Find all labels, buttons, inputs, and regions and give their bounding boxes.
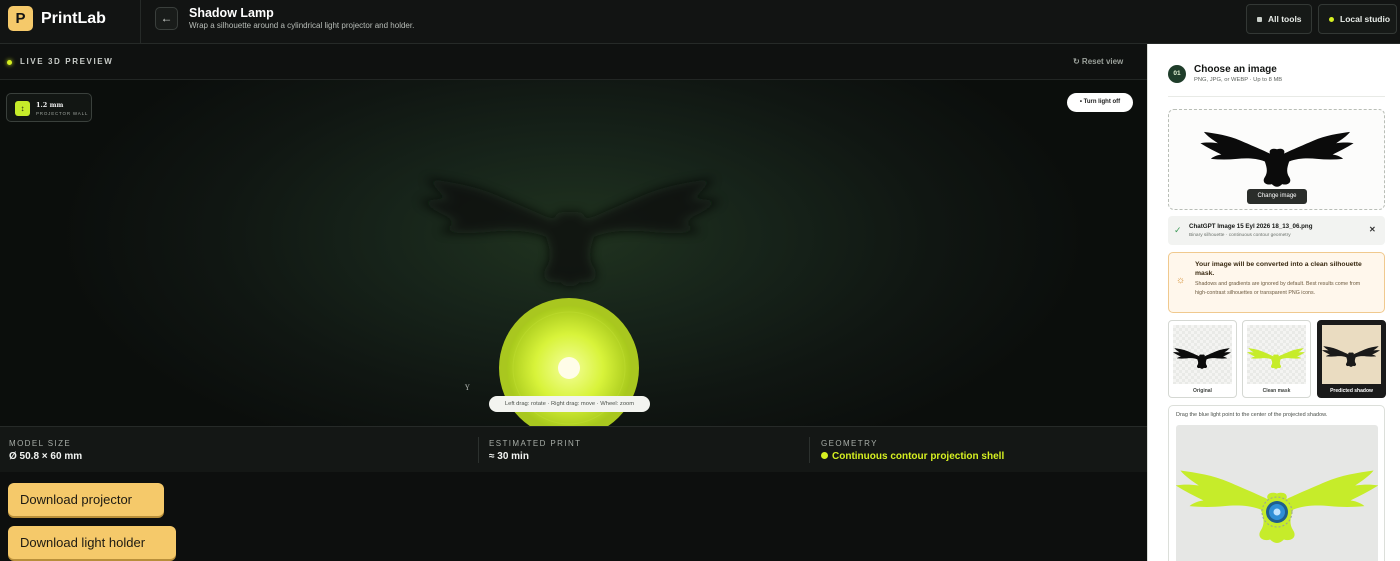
thumb-image bbox=[1172, 325, 1232, 384]
notice-body: Shadows and gradients are ignored by def… bbox=[1195, 281, 1361, 296]
thumb-image bbox=[1246, 325, 1306, 384]
thumb-label: Original bbox=[1193, 388, 1212, 394]
grid-icon bbox=[1257, 17, 1262, 23]
change-image-button[interactable]: Change image bbox=[1247, 189, 1307, 204]
geometry-label: GEOMETRY bbox=[821, 439, 878, 448]
preview-header: LIVE 3D PREVIEW ↻ Reset view bbox=[0, 44, 1147, 80]
wall-thickness-icon: ↕ bbox=[15, 101, 30, 116]
check-icon: ✓ bbox=[1174, 225, 1182, 235]
logo-icon: P bbox=[8, 6, 33, 31]
model-size-label: MODEL SIZE bbox=[9, 439, 72, 448]
thumb-image bbox=[1321, 325, 1381, 384]
stats-bar: MODEL SIZE Ø 50.8 × 60 mm ESTIMATED PRIN… bbox=[0, 426, 1147, 472]
top-bar: P PrintLab ← Shadow Lamp Wrap a silhouet… bbox=[0, 0, 1400, 44]
estimated-print-value: ≈ 30 min bbox=[489, 451, 529, 462]
conversion-notice: ☼ Your image will be converted into a cl… bbox=[1168, 252, 1385, 313]
live-preview-label: LIVE 3D PREVIEW bbox=[20, 57, 114, 66]
model-size-value: Ø 50.8 × 60 mm bbox=[9, 451, 83, 462]
divider bbox=[1168, 96, 1385, 97]
estimated-print-label: ESTIMATED PRINT bbox=[489, 439, 582, 448]
downloads-area: Download projector 3MF Download light ho… bbox=[0, 472, 1147, 561]
sun-icon: ☼ bbox=[1176, 275, 1186, 286]
eagle-shadow-icon bbox=[418, 178, 722, 287]
arrow-left-icon: ← bbox=[160, 11, 173, 25]
status-dot-icon bbox=[1329, 17, 1334, 23]
step-title: Choose an image bbox=[1194, 64, 1277, 75]
divider bbox=[478, 437, 479, 463]
download-projector-button[interactable]: Download projector 3MF bbox=[8, 483, 164, 540]
geometry-text: Continuous contour projection shell bbox=[832, 451, 1005, 462]
page-subtitle: Wrap a silhouette around a cylindrical l… bbox=[189, 21, 415, 30]
selected-file-row: ✓ ChatGPT Image 15 Eyl 2026 18_13_06.png… bbox=[1168, 216, 1385, 245]
local-studio-label: Local studio bbox=[1340, 14, 1391, 24]
controls-hint: Left drag: rotate · Right drag: move · W… bbox=[489, 396, 650, 412]
projected-shadow bbox=[418, 178, 722, 426]
thumb-clean-mask[interactable]: Clean mask bbox=[1242, 320, 1311, 398]
projector-wall-card[interactable]: ↕ 1.2 mm PROJECTOR WALL bbox=[6, 93, 92, 122]
thumb-predicted-shadow[interactable]: Predicted shadow bbox=[1317, 320, 1386, 398]
alignment-instructions: Drag the blue light point to the center … bbox=[1176, 412, 1328, 418]
light-alignment-box: Drag the blue light point to the center … bbox=[1168, 405, 1385, 561]
wall-thickness-value: 1.2 mm bbox=[36, 101, 64, 109]
step-number-badge: 01 bbox=[1168, 65, 1186, 83]
toggle-light-button[interactable]: • Turn light off bbox=[1067, 93, 1133, 112]
back-button[interactable]: ← bbox=[155, 7, 178, 30]
file-name: ChatGPT Image 15 Eyl 2026 18_13_06.png bbox=[1189, 223, 1313, 230]
thumb-original[interactable]: Original bbox=[1168, 320, 1237, 398]
y-axis-label: Y bbox=[465, 384, 470, 392]
uploaded-image-preview bbox=[1200, 131, 1354, 187]
settings-panel: 01 Choose an image PNG, JPG, or WEBP · U… bbox=[1147, 44, 1400, 561]
close-icon[interactable]: ✕ bbox=[1369, 225, 1376, 234]
local-studio-button[interactable]: Local studio bbox=[1318, 4, 1397, 34]
file-meta: Binary silhouette · continuous contour g… bbox=[1189, 233, 1291, 238]
reset-view-button[interactable]: ↻ Reset view bbox=[1073, 57, 1123, 66]
image-drop-zone[interactable]: Change image bbox=[1168, 109, 1385, 210]
wall-thickness-label: PROJECTOR WALL bbox=[36, 111, 89, 116]
divider bbox=[809, 437, 810, 463]
page-title: Shadow Lamp bbox=[189, 6, 274, 20]
3d-viewport[interactable]: ↕ 1.2 mm PROJECTOR WALL • Turn light off… bbox=[0, 80, 1147, 426]
all-tools-label: All tools bbox=[1268, 14, 1302, 24]
divider bbox=[140, 0, 141, 44]
notice-title: Your image will be converted into a clea… bbox=[1195, 261, 1362, 277]
live-indicator-icon bbox=[7, 60, 12, 65]
alignment-canvas[interactable] bbox=[1176, 425, 1378, 561]
all-tools-button[interactable]: All tools bbox=[1246, 4, 1312, 34]
geometry-value: Continuous contour projection shell bbox=[821, 451, 1004, 462]
logo-name[interactable]: PrintLab bbox=[41, 10, 106, 28]
status-dot-icon bbox=[821, 452, 828, 459]
download-holder-button[interactable]: Download light holder 3MF bbox=[8, 526, 176, 559]
thumb-label: Predicted shadow bbox=[1330, 388, 1373, 394]
thumb-label: Clean mask bbox=[1262, 388, 1291, 394]
step-subtitle: PNG, JPG, or WEBP · Up to 8 MB bbox=[1194, 77, 1283, 83]
